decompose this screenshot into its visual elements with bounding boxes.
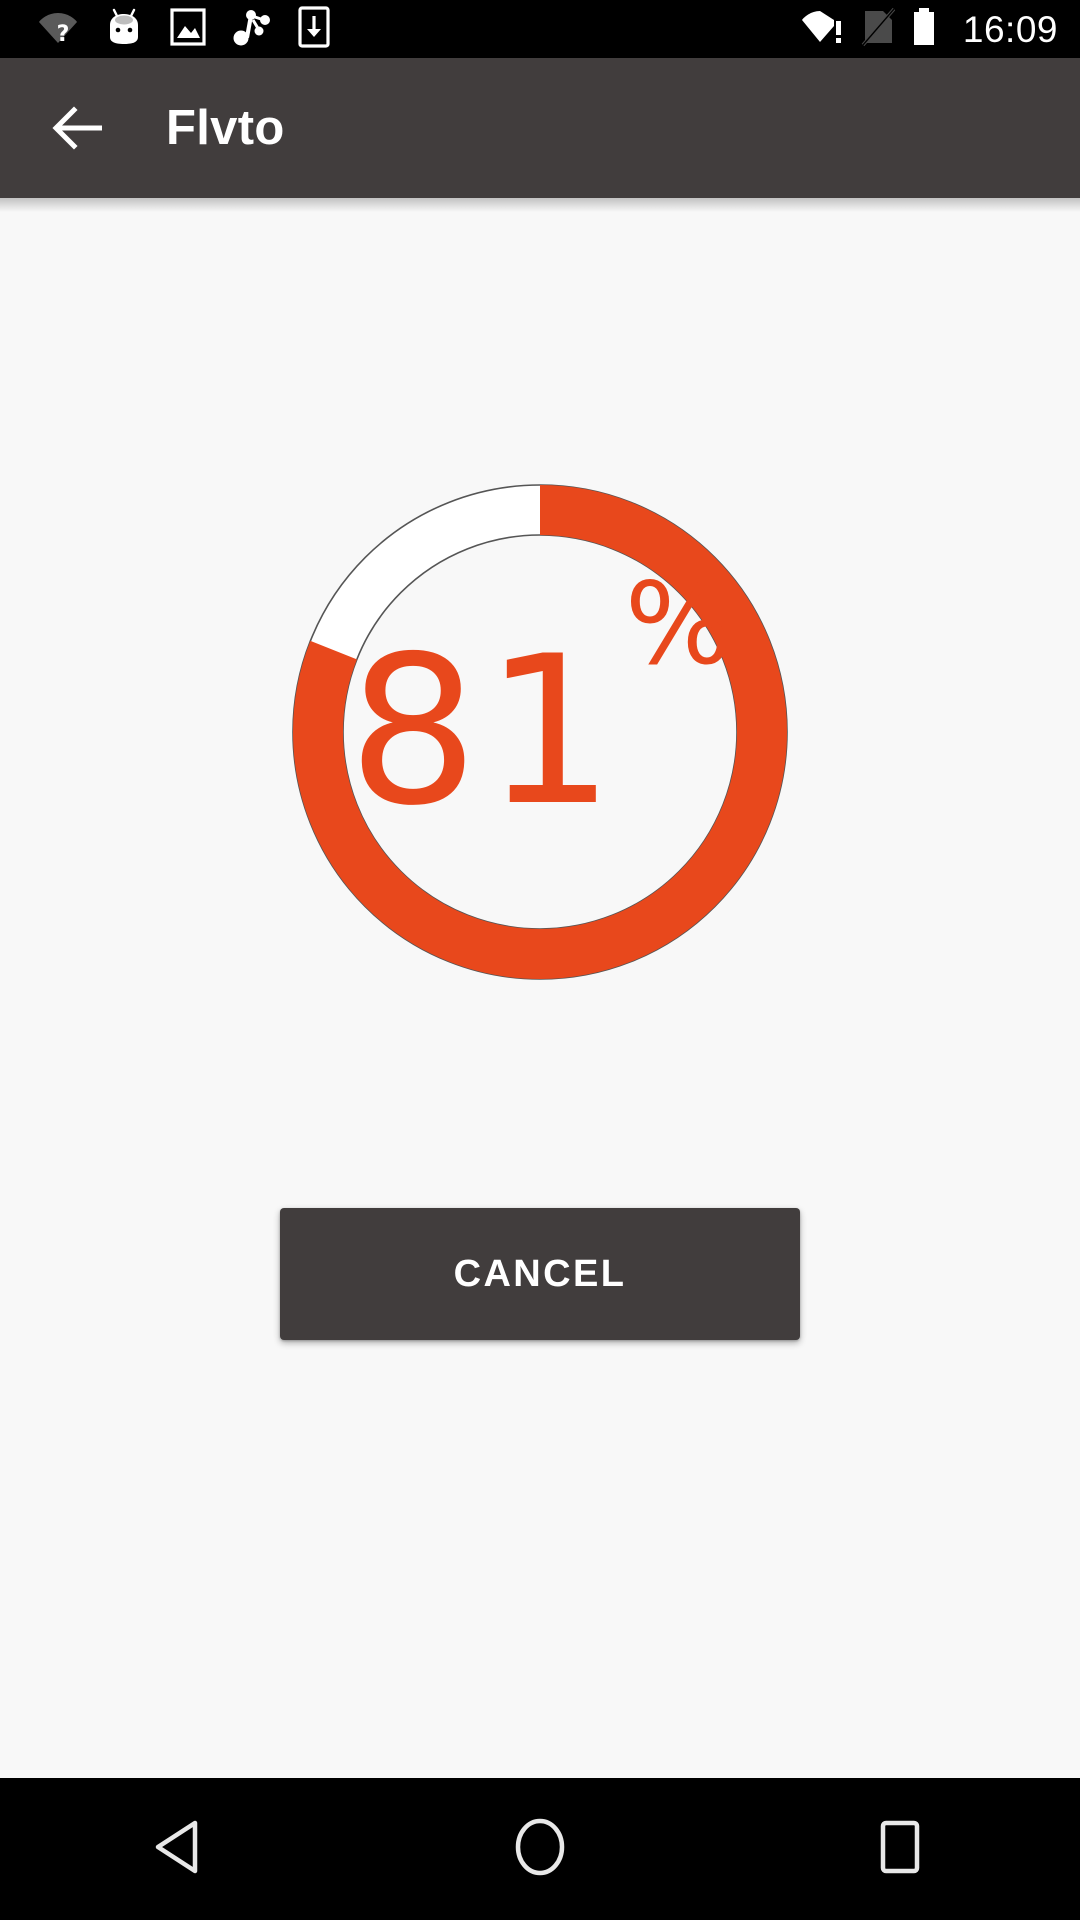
triangle-back-icon	[152, 1818, 208, 1881]
nav-home-button[interactable]	[465, 1778, 615, 1920]
back-arrow-icon[interactable]	[44, 93, 114, 163]
svg-text:?: ?	[57, 22, 70, 44]
download-icon	[298, 5, 330, 53]
phone-screen: ? 16:09 Flvto 81 % CANCEL	[0, 0, 1080, 1920]
wifi-question-icon: ?	[38, 10, 78, 49]
circular-progress: 81 %	[280, 472, 800, 992]
status-bar: ? 16:09	[0, 0, 1080, 58]
wifi-alert-icon	[801, 9, 845, 50]
image-icon	[170, 7, 206, 52]
music-node-icon	[232, 7, 272, 52]
status-bar-clock: 16:09	[962, 8, 1058, 50]
nav-back-button[interactable]	[105, 1778, 255, 1920]
app-bar: Flvto	[0, 58, 1080, 212]
progress-ring-svg	[292, 484, 788, 980]
no-sim-icon	[861, 7, 896, 52]
status-bar-left-icons: ?	[38, 5, 330, 53]
cancel-button[interactable]: CANCEL	[280, 1208, 800, 1340]
nav-recents-button[interactable]	[825, 1778, 975, 1920]
circle-home-icon	[512, 1816, 568, 1883]
navigation-bar	[0, 1778, 1080, 1920]
square-recents-icon	[875, 1818, 925, 1881]
main-content: 81 % CANCEL	[0, 198, 1080, 1778]
battery-full-icon	[911, 7, 937, 52]
page-title: Flvto	[166, 100, 285, 155]
status-bar-right-icons: 16:09	[801, 7, 1058, 52]
android-head-icon	[104, 7, 144, 52]
